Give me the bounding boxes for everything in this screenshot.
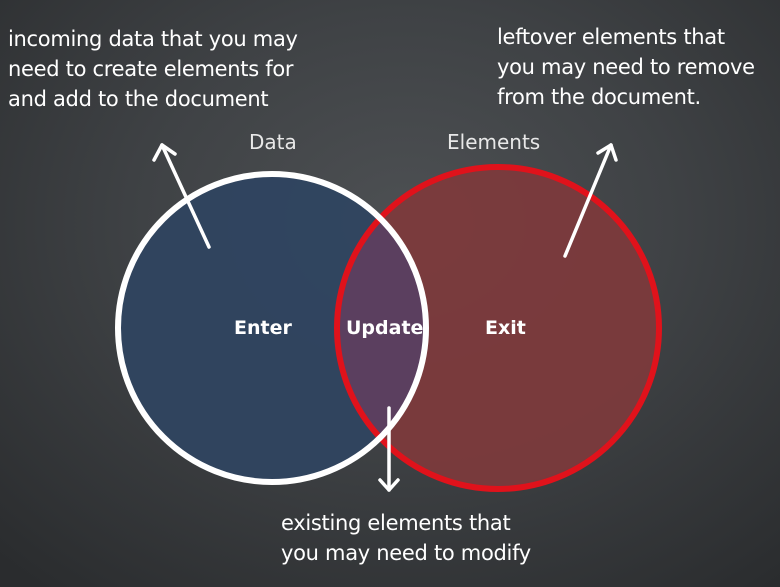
enter-annotation: incoming data that you may need to creat…: [8, 24, 298, 114]
enter-annotation-line: and add to the document: [8, 87, 269, 111]
exit-annotation-line: from the document.: [497, 85, 701, 109]
enter-annotation-line: need to create elements for: [8, 57, 294, 81]
enter-region-label: Enter: [234, 317, 292, 339]
update-annotation-line: existing elements that: [281, 511, 511, 535]
update-region-label: Update: [346, 317, 424, 339]
exit-region-label: Exit: [485, 317, 526, 339]
venn-diagram: incoming data that you may need to creat…: [0, 0, 780, 587]
elements-set-title: Elements: [447, 130, 541, 154]
enter-annotation-line: incoming data that you may: [8, 27, 298, 51]
update-annotation-line: you may need to modify: [281, 541, 531, 565]
exit-annotation: leftover elements that you may need to r…: [497, 22, 755, 112]
exit-annotation-line: you may need to remove: [497, 55, 755, 79]
data-set-title: Data: [249, 130, 297, 154]
exit-annotation-line: leftover elements that: [497, 25, 725, 49]
update-annotation: existing elements that you may need to m…: [281, 508, 531, 568]
